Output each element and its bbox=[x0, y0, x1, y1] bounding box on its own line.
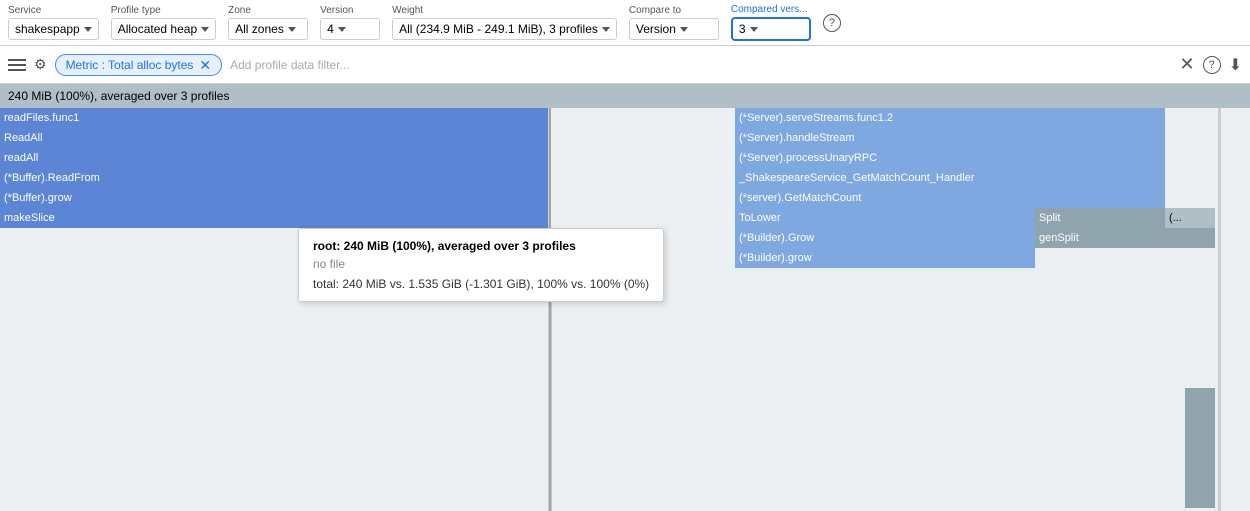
filter-help-button[interactable]: ? bbox=[1203, 56, 1221, 74]
flame-row: (*server).GetMatchCount (... bbox=[735, 188, 1215, 208]
right-small-block bbox=[1185, 388, 1215, 508]
version-select[interactable]: 4 bbox=[320, 18, 380, 40]
download-button[interactable]: ⬇ bbox=[1229, 55, 1242, 75]
compared-vers-filter-group: Compared vers... 3 bbox=[731, 4, 811, 41]
compared-vers-value: 3 bbox=[739, 22, 746, 36]
GetMatchCount-Handler-block[interactable]: _ShakespeareService_GetMatchCount_Handle… bbox=[735, 168, 1165, 188]
summary-text: 240 MiB (100%), averaged over 3 profiles bbox=[8, 89, 229, 103]
version-label: Version bbox=[320, 5, 380, 16]
compared-vers-chevron-icon bbox=[750, 27, 758, 32]
service-value: shakespapp bbox=[15, 22, 80, 36]
ToLower-block[interactable]: ToLower bbox=[735, 208, 1035, 228]
handleStream-block[interactable]: (*Server).handleStream bbox=[735, 128, 1165, 148]
compare-to-select[interactable]: Version bbox=[629, 18, 719, 40]
makeSlice-block[interactable]: makeSlice bbox=[0, 208, 548, 228]
tooltip-title: root: 240 MiB (100%), averaged over 3 pr… bbox=[313, 239, 649, 253]
profile-type-value: Allocated heap bbox=[118, 22, 197, 36]
Split-block[interactable]: Split bbox=[1035, 208, 1165, 228]
weight-value: All (234.9 MiB - 249.1 MiB), 3 profiles bbox=[399, 22, 598, 36]
toolbar-help-button[interactable]: ? bbox=[823, 14, 841, 32]
GetMatchCount-block[interactable]: (*server).GetMatchCount bbox=[735, 188, 1165, 208]
metric-chip-close-button[interactable]: ✕ bbox=[199, 58, 211, 72]
weight-chevron-icon bbox=[602, 27, 610, 32]
processUnaryRPC-block[interactable]: (*Server).processUnaryRPC bbox=[735, 148, 1165, 168]
right-divider bbox=[1218, 108, 1221, 511]
readFiles-func1-block[interactable]: readFiles.func1 bbox=[0, 108, 548, 128]
flame-row: (*Buffer).grow bbox=[0, 188, 548, 208]
compare-to-label: Compare to bbox=[629, 5, 719, 16]
summary-bar: 240 MiB (100%), averaged over 3 profiles bbox=[0, 84, 1250, 108]
service-chevron-icon bbox=[84, 27, 92, 32]
zone-select[interactable]: All zones bbox=[228, 18, 308, 40]
flame-row: (*Server).handleStream (*h... bbox=[735, 128, 1215, 148]
flame-row: ReadAll bbox=[0, 128, 548, 148]
main-toolbar: Service shakespapp Profile type Allocate… bbox=[0, 0, 1250, 46]
flame-row: (*Server).processUnaryRPC (... bbox=[735, 148, 1215, 168]
main-area: 240 MiB (100%), averaged over 3 profiles… bbox=[0, 84, 1250, 511]
flame-row: (*Buffer).ReadFrom bbox=[0, 168, 548, 188]
weight-filter-group: Weight All (234.9 MiB - 249.1 MiB), 3 pr… bbox=[392, 5, 617, 40]
readAll-block[interactable]: readAll bbox=[0, 148, 548, 168]
toolbar2-right: ✕ ? ⬇ bbox=[1180, 54, 1243, 75]
flame-row: readFiles.func1 bbox=[0, 108, 548, 128]
version-value: 4 bbox=[327, 22, 334, 36]
Buffer-ReadFrom-block[interactable]: (*Buffer).ReadFrom bbox=[0, 168, 548, 188]
metric-chip[interactable]: Metric : Total alloc bytes ✕ bbox=[55, 54, 223, 76]
profile-type-label: Profile type bbox=[111, 5, 216, 16]
tooltip-file: no file bbox=[313, 257, 649, 271]
zone-label: Zone bbox=[228, 5, 308, 16]
flame-row: _ShakespeareService_GetMatchCount_Handle… bbox=[735, 168, 1215, 188]
compare-to-chevron-icon bbox=[680, 27, 688, 32]
metric-chip-label: Metric : Total alloc bytes bbox=[66, 58, 194, 72]
weight-select[interactable]: All (234.9 MiB - 249.1 MiB), 3 profiles bbox=[392, 18, 617, 40]
compare-to-value: Version bbox=[636, 22, 676, 36]
add-filter-placeholder: Add profile data filter... bbox=[230, 58, 349, 72]
flame-row: ToLower Split (... bbox=[735, 208, 1215, 228]
menu-icon[interactable] bbox=[8, 59, 26, 71]
zone-value: All zones bbox=[235, 22, 284, 36]
version-chevron-icon bbox=[338, 27, 346, 32]
filter-settings-icon[interactable]: ⚙ bbox=[34, 56, 47, 73]
center-vert-line bbox=[549, 108, 551, 511]
close-button[interactable]: ✕ bbox=[1180, 54, 1195, 75]
ReadAll-block[interactable]: ReadAll bbox=[0, 128, 548, 148]
flame-row: (*Builder).grow bbox=[735, 248, 1035, 268]
profile-type-filter-group: Profile type Allocated heap bbox=[111, 5, 216, 40]
Builder-Grow-block[interactable]: (*Builder).Grow bbox=[735, 228, 1035, 248]
version-filter-group: Version 4 bbox=[320, 5, 380, 40]
row5-short-block[interactable]: (... bbox=[1165, 208, 1215, 228]
right-flame-panel: (*Server).serveStreams.func1.2 (*h... (*… bbox=[735, 108, 1250, 511]
filter-toolbar: ⚙ Metric : Total alloc bytes ✕ Add profi… bbox=[0, 46, 1250, 84]
service-select[interactable]: shakespapp bbox=[8, 18, 99, 40]
compared-vers-label: Compared vers... bbox=[731, 4, 811, 15]
left-flame-panel: readFiles.func1 ReadAll readAll (*Buffer… bbox=[0, 108, 548, 511]
zone-chevron-icon bbox=[288, 27, 296, 32]
genSplit-block[interactable]: genSplit bbox=[1035, 228, 1215, 248]
Builder-grow-block[interactable]: (*Builder).grow bbox=[735, 248, 1035, 268]
tooltip-total: total: 240 MiB vs. 1.535 GiB (-1.301 GiB… bbox=[313, 277, 649, 291]
weight-label: Weight bbox=[392, 5, 617, 16]
flame-row: (*Server).serveStreams.func1.2 (*h... bbox=[735, 108, 1215, 128]
Buffer-grow-block[interactable]: (*Buffer).grow bbox=[0, 188, 548, 208]
compared-vers-select[interactable]: 3 bbox=[731, 17, 811, 41]
service-label: Service bbox=[8, 5, 99, 16]
flame-area: readFiles.func1 ReadAll readAll (*Buffer… bbox=[0, 108, 1250, 511]
service-filter-group: Service shakespapp bbox=[8, 5, 99, 40]
zone-filter-group: Zone All zones bbox=[228, 5, 308, 40]
tooltip: root: 240 MiB (100%), averaged over 3 pr… bbox=[298, 228, 664, 302]
flame-row: (*Builder).Grow genSplit bbox=[735, 228, 1215, 248]
profile-type-select[interactable]: Allocated heap bbox=[111, 18, 216, 40]
serveStreams-block[interactable]: (*Server).serveStreams.func1.2 bbox=[735, 108, 1165, 128]
flame-row: makeSlice bbox=[0, 208, 548, 228]
profile-type-chevron-icon bbox=[201, 27, 209, 32]
compare-to-filter-group: Compare to Version bbox=[629, 5, 719, 40]
flame-row: readAll bbox=[0, 148, 548, 168]
